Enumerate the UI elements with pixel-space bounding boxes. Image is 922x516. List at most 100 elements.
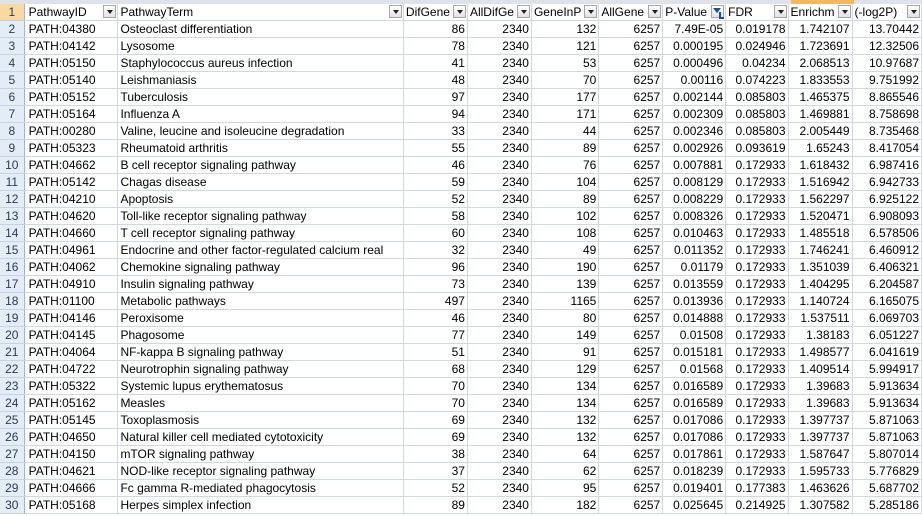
- cell-fdr[interactable]: 0.019178: [725, 20, 789, 38]
- cell-dif-gene[interactable]: 58: [403, 207, 468, 225]
- cell-pathway-id[interactable]: PATH:04620: [24, 207, 119, 225]
- cell-all-gene[interactable]: 6257: [598, 326, 664, 344]
- cell-all-dif-gene[interactable]: 2340: [467, 445, 532, 463]
- header-neg-log2p[interactable]: (-log2P): [852, 4, 922, 21]
- cell-pathway-term[interactable]: Measles: [117, 394, 404, 412]
- cell-pathway-id[interactable]: PATH:04666: [24, 479, 119, 497]
- cell-all-dif-gene[interactable]: 2340: [467, 309, 532, 327]
- cell-enrichment[interactable]: 1.65243: [788, 139, 853, 157]
- cell-p-value[interactable]: 0.008229: [662, 190, 727, 208]
- row-number[interactable]: 23: [0, 377, 25, 395]
- cell-enrichment[interactable]: 1.516942: [788, 173, 853, 191]
- cell-p-value[interactable]: 0.011352: [662, 241, 727, 259]
- cell-all-gene[interactable]: 6257: [598, 224, 664, 242]
- cell-dif-gene[interactable]: 497: [403, 292, 468, 310]
- cell-neg-log2p[interactable]: 5.913634: [852, 377, 922, 395]
- cell-neg-log2p[interactable]: 10.97687: [852, 54, 922, 72]
- cell-fdr[interactable]: 0.172933: [725, 190, 789, 208]
- cell-pathway-id[interactable]: PATH:05142: [24, 173, 119, 191]
- row-number[interactable]: 27: [0, 445, 25, 463]
- cell-dif-gene[interactable]: 55: [403, 139, 468, 157]
- cell-pathway-term[interactable]: Neurotrophin signaling pathway: [117, 360, 404, 378]
- cell-p-value[interactable]: 0.002346: [662, 122, 727, 140]
- row-number[interactable]: 12: [0, 190, 25, 208]
- cell-pathway-id[interactable]: PATH:04150: [24, 445, 119, 463]
- row-number[interactable]: 19: [0, 309, 25, 327]
- cell-p-value[interactable]: 0.019401: [662, 479, 727, 497]
- cell-all-gene[interactable]: 6257: [598, 496, 664, 514]
- cell-fdr[interactable]: 0.172933: [725, 445, 789, 463]
- cell-gene-in-pathway[interactable]: 132: [531, 411, 600, 429]
- cell-enrichment[interactable]: 1.351039: [788, 258, 853, 276]
- row-number[interactable]: 8: [0, 122, 25, 140]
- cell-fdr[interactable]: 0.172933: [725, 360, 789, 378]
- filter-dropdown-icon[interactable]: [773, 5, 787, 18]
- cell-fdr[interactable]: 0.093619: [725, 139, 789, 157]
- cell-enrichment[interactable]: 1.140724: [788, 292, 853, 310]
- cell-gene-in-pathway[interactable]: 121: [531, 37, 600, 55]
- cell-fdr[interactable]: 0.172933: [725, 156, 789, 174]
- cell-p-value[interactable]: 0.008129: [662, 173, 727, 191]
- cell-p-value[interactable]: 0.017861: [662, 445, 727, 463]
- cell-neg-log2p[interactable]: 5.913634: [852, 394, 922, 412]
- cell-dif-gene[interactable]: 33: [403, 122, 468, 140]
- cell-enrichment[interactable]: 1.520471: [788, 207, 853, 225]
- cell-enrichment[interactable]: 2.005449: [788, 122, 853, 140]
- cell-neg-log2p[interactable]: 6.942733: [852, 173, 922, 191]
- row-number[interactable]: 11: [0, 173, 25, 191]
- cell-all-gene[interactable]: 6257: [598, 71, 664, 89]
- cell-neg-log2p[interactable]: 6.460912: [852, 241, 922, 259]
- cell-fdr[interactable]: 0.085803: [725, 105, 789, 123]
- row-number[interactable]: 7: [0, 105, 25, 123]
- cell-pathway-id[interactable]: PATH:04062: [24, 258, 119, 276]
- cell-pathway-term[interactable]: B cell receptor signaling pathway: [117, 156, 404, 174]
- cell-gene-in-pathway[interactable]: 104: [531, 173, 600, 191]
- cell-pathway-id[interactable]: PATH:04650: [24, 428, 119, 446]
- cell-pathway-term[interactable]: Lysosome: [117, 37, 404, 55]
- cell-p-value[interactable]: 0.008326: [662, 207, 727, 225]
- cell-p-value[interactable]: 0.000496: [662, 54, 727, 72]
- cell-gene-in-pathway[interactable]: 80: [531, 309, 600, 327]
- cell-all-gene[interactable]: 6257: [598, 37, 664, 55]
- cell-neg-log2p[interactable]: 12.32506: [852, 37, 922, 55]
- cell-gene-in-pathway[interactable]: 182: [531, 496, 600, 514]
- cell-all-dif-gene[interactable]: 2340: [467, 377, 532, 395]
- cell-gene-in-pathway[interactable]: 76: [531, 156, 600, 174]
- cell-pathway-term[interactable]: Osteoclast differentiation: [117, 20, 404, 38]
- cell-all-gene[interactable]: 6257: [598, 394, 664, 412]
- cell-fdr[interactable]: 0.172933: [725, 207, 789, 225]
- cell-gene-in-pathway[interactable]: 62: [531, 462, 600, 480]
- cell-enrichment[interactable]: 1.498577: [788, 343, 853, 361]
- cell-all-dif-gene[interactable]: 2340: [467, 462, 532, 480]
- cell-neg-log2p[interactable]: 8.865546: [852, 88, 922, 106]
- cell-p-value[interactable]: 0.007881: [662, 156, 727, 174]
- cell-pathway-term[interactable]: Staphylococcus aureus infection: [117, 54, 404, 72]
- filter-dropdown-icon[interactable]: [584, 5, 598, 18]
- cell-all-gene[interactable]: 6257: [598, 54, 664, 72]
- row-number[interactable]: 26: [0, 428, 25, 446]
- cell-dif-gene[interactable]: 78: [403, 37, 468, 55]
- cell-gene-in-pathway[interactable]: 89: [531, 139, 600, 157]
- cell-pathway-id[interactable]: PATH:04145: [24, 326, 119, 344]
- cell-pathway-id[interactable]: PATH:04380: [24, 20, 119, 38]
- filter-dropdown-icon[interactable]: [516, 5, 530, 18]
- row-number[interactable]: 15: [0, 241, 25, 259]
- cell-pathway-term[interactable]: Toll-like receptor signaling pathway: [117, 207, 404, 225]
- cell-enrichment[interactable]: 1.537511: [788, 309, 853, 327]
- cell-fdr[interactable]: 0.172933: [725, 241, 789, 259]
- cell-all-dif-gene[interactable]: 2340: [467, 258, 532, 276]
- row-number[interactable]: 21: [0, 343, 25, 361]
- cell-gene-in-pathway[interactable]: 190: [531, 258, 600, 276]
- cell-fdr[interactable]: 0.172933: [725, 224, 789, 242]
- cell-pathway-id[interactable]: PATH:04722: [24, 360, 119, 378]
- cell-p-value[interactable]: 0.01568: [662, 360, 727, 378]
- cell-neg-log2p[interactable]: 5.776829: [852, 462, 922, 480]
- cell-neg-log2p[interactable]: 5.687702: [852, 479, 922, 497]
- cell-pathway-id[interactable]: PATH:05164: [24, 105, 119, 123]
- header-p-value[interactable]: P-Value: [662, 4, 727, 21]
- cell-fdr[interactable]: 0.085803: [725, 88, 789, 106]
- cell-enrichment[interactable]: 1.39683: [788, 394, 853, 412]
- cell-all-gene[interactable]: 6257: [598, 360, 664, 378]
- cell-all-dif-gene[interactable]: 2340: [467, 360, 532, 378]
- cell-fdr[interactable]: 0.172933: [725, 377, 789, 395]
